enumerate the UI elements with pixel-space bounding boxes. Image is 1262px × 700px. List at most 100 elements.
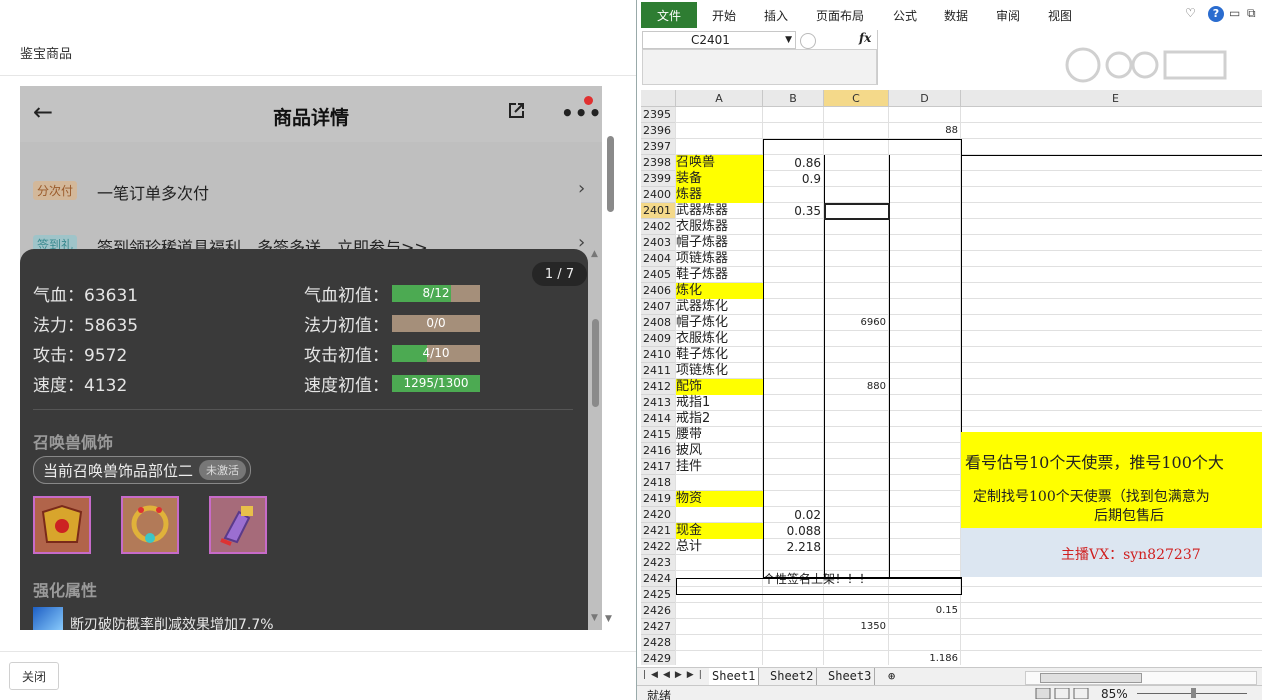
col-header-a[interactable]: A bbox=[676, 90, 763, 107]
sheet-tab-3[interactable]: Sheet3 bbox=[825, 668, 876, 685]
cell-a2409[interactable]: 衣服炼化 bbox=[676, 331, 763, 347]
col-header-d[interactable]: D bbox=[889, 90, 961, 107]
row-header[interactable]: 2426 bbox=[641, 603, 676, 619]
select-all-corner[interactable] bbox=[641, 90, 676, 107]
cell-a2410[interactable]: 鞋子炼化 bbox=[676, 347, 763, 363]
cell-b2401[interactable]: 0.35 bbox=[763, 203, 824, 219]
share-icon[interactable] bbox=[506, 101, 526, 121]
cell-a2415[interactable]: 腰带 bbox=[676, 427, 763, 443]
row-header[interactable]: 2401 bbox=[641, 203, 676, 219]
sheet-tab-2[interactable]: Sheet2 bbox=[767, 668, 818, 685]
sheet-tab-1[interactable]: Sheet1 bbox=[709, 668, 760, 685]
row-header[interactable]: 2425 bbox=[641, 587, 676, 603]
cell-a2406[interactable]: 炼化 bbox=[676, 283, 763, 299]
cell-a2403[interactable]: 帽子炼器 bbox=[676, 235, 763, 251]
cell-b2399[interactable]: 0.9 bbox=[763, 171, 824, 187]
row-header[interactable]: 2418 bbox=[641, 475, 676, 491]
tab-data[interactable]: 数据 bbox=[944, 7, 968, 24]
row-header[interactable]: 2420 bbox=[641, 507, 676, 523]
cell-a2399[interactable]: 装备 bbox=[676, 171, 763, 187]
help-icon[interactable]: ? bbox=[1208, 6, 1224, 22]
cell-c2408[interactable]: 6960 bbox=[824, 315, 889, 331]
fx-icon[interactable]: fx bbox=[859, 31, 871, 45]
row-header[interactable]: 2419 bbox=[641, 491, 676, 507]
row-header[interactable]: 2410 bbox=[641, 347, 676, 363]
page-scrollbar[interactable]: ▼ bbox=[605, 86, 616, 630]
cell-d2429[interactable]: 1.186 bbox=[889, 651, 961, 665]
row-header[interactable]: 2402 bbox=[641, 219, 676, 235]
more-icon[interactable]: ••• bbox=[561, 101, 602, 125]
overlay-scrollbar[interactable]: ▲ ▼ bbox=[590, 249, 602, 630]
tab-file[interactable]: 文件 bbox=[641, 2, 697, 28]
tab-view[interactable]: 视图 bbox=[1048, 7, 1072, 24]
row-header[interactable]: 2404 bbox=[641, 251, 676, 267]
row-header[interactable]: 2407 bbox=[641, 299, 676, 315]
col-header-b[interactable]: B bbox=[763, 90, 824, 107]
tab-insert[interactable]: 插入 bbox=[764, 7, 788, 24]
row-header[interactable]: 2415 bbox=[641, 427, 676, 443]
tab-formulas[interactable]: 公式 bbox=[893, 7, 917, 24]
row-header[interactable]: 2417 bbox=[641, 459, 676, 475]
row-header[interactable]: 2398 bbox=[641, 155, 676, 171]
cell-a2400[interactable]: 炼器 bbox=[676, 187, 763, 203]
row-header[interactable]: 2429 bbox=[641, 651, 676, 665]
scroll-down-icon[interactable]: ▼ bbox=[605, 614, 612, 624]
row-header[interactable]: 2396 bbox=[641, 123, 676, 139]
row-header[interactable]: 2411 bbox=[641, 363, 676, 379]
active-cell[interactable] bbox=[824, 203, 890, 220]
row-header[interactable]: 2406 bbox=[641, 283, 676, 299]
horizontal-scrollbar[interactable] bbox=[1025, 671, 1257, 685]
row-header[interactable]: 2405 bbox=[641, 267, 676, 283]
row-header[interactable]: 2423 bbox=[641, 555, 676, 571]
row-header[interactable]: 2395 bbox=[641, 107, 676, 123]
cell-b2421[interactable]: 0.088 bbox=[763, 523, 824, 539]
row-header[interactable]: 2408 bbox=[641, 315, 676, 331]
scroll-thumb[interactable] bbox=[607, 136, 614, 212]
cell-a2413[interactable]: 戒指1 bbox=[676, 395, 763, 411]
scroll-thumb[interactable] bbox=[592, 319, 599, 407]
new-sheet-icon[interactable]: ⊕ bbox=[885, 668, 898, 685]
cell-a2407[interactable]: 武器炼化 bbox=[676, 299, 763, 315]
cell-c2412[interactable]: 880 bbox=[824, 379, 889, 395]
row-header[interactable]: 2422 bbox=[641, 539, 676, 555]
cell-a2408[interactable]: 帽子炼化 bbox=[676, 315, 763, 331]
cell-d2396[interactable]: 88 bbox=[889, 123, 961, 139]
scroll-thumb[interactable] bbox=[1040, 673, 1142, 683]
cell-b2398[interactable]: 0.86 bbox=[763, 155, 824, 171]
name-box[interactable]: C2401 ▼ bbox=[642, 31, 796, 49]
spreadsheet-grid[interactable]: A B C D E 2395 2396 2397 2398 2399 2400 2401 24… bbox=[641, 90, 1262, 665]
accessory-slot-pill[interactable]: 当前召唤兽饰品部位二 未激活 bbox=[33, 456, 252, 484]
col-header-c[interactable]: C bbox=[824, 90, 889, 107]
row-header[interactable]: 2397 bbox=[641, 139, 676, 155]
cell-a2398[interactable]: 召唤兽 bbox=[676, 155, 763, 171]
collapse-ribbon-icon[interactable]: ♡ bbox=[1185, 6, 1196, 20]
cell-a2419[interactable]: 物资 bbox=[676, 491, 763, 507]
row-header[interactable]: 2416 bbox=[641, 443, 676, 459]
cell-a2402[interactable]: 衣服炼器 bbox=[676, 219, 763, 235]
row-header[interactable]: 2414 bbox=[641, 411, 676, 427]
cell-b2420[interactable]: 0.02 bbox=[763, 507, 824, 523]
row-header[interactable]: 2428 bbox=[641, 635, 676, 651]
cell-a2401[interactable]: 武器炼器 bbox=[676, 203, 763, 219]
row-header[interactable]: 2427 bbox=[641, 619, 676, 635]
scroll-down-icon[interactable]: ▼ bbox=[591, 613, 598, 623]
list-item-installment[interactable]: 分次付 一笔订单多次付 › bbox=[20, 172, 602, 212]
cell-a2404[interactable]: 项链炼器 bbox=[676, 251, 763, 267]
cell-a2421[interactable]: 现金 bbox=[676, 523, 763, 539]
scroll-up-icon[interactable]: ▲ bbox=[591, 249, 598, 259]
row-header[interactable]: 2409 bbox=[641, 331, 676, 347]
cell-c2427[interactable]: 1350 bbox=[824, 619, 889, 635]
row-header[interactable]: 2413 bbox=[641, 395, 676, 411]
sheet-nav-icons[interactable]: |◀◀▶▶| bbox=[643, 670, 707, 680]
minimize-icon[interactable]: ▭ bbox=[1229, 6, 1240, 20]
row-header[interactable]: 2412 bbox=[641, 379, 676, 395]
row-header[interactable]: 2399 bbox=[641, 171, 676, 187]
tab-review[interactable]: 审阅 bbox=[996, 7, 1020, 24]
row-header[interactable]: 2403 bbox=[641, 235, 676, 251]
accessory-necklace-icon[interactable] bbox=[121, 496, 179, 554]
row-header[interactable]: 2400 bbox=[641, 187, 676, 203]
cell-a2417[interactable]: 挂件 bbox=[676, 459, 763, 475]
cell-a2411[interactable]: 项链炼化 bbox=[676, 363, 763, 379]
cell-a2414[interactable]: 戒指2 bbox=[676, 411, 763, 427]
view-buttons-icon[interactable] bbox=[1035, 688, 1095, 699]
